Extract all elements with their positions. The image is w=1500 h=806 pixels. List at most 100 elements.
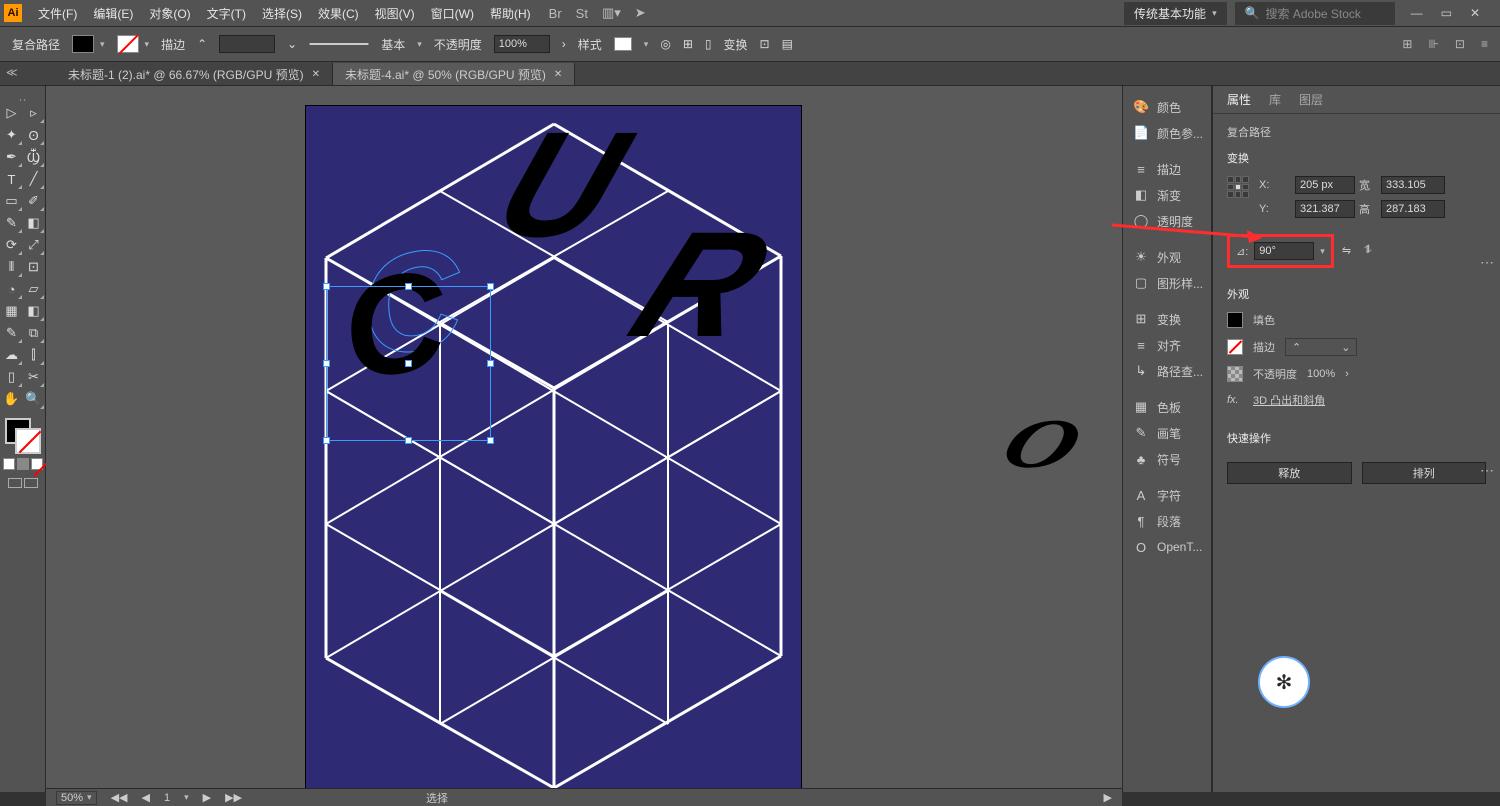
wand-tool[interactable]: ✦ <box>1 124 23 146</box>
stock-icon[interactable]: St <box>576 6 588 21</box>
menu-window[interactable]: 窗口(W) <box>423 0 482 26</box>
more-options-icon[interactable]: ⋯ <box>1480 462 1494 479</box>
menu-file[interactable]: 文件(F) <box>30 0 85 26</box>
selection-bounding-box[interactable] <box>326 286 491 441</box>
graphic-style[interactable] <box>614 37 632 51</box>
graph-tool[interactable]: ⫿ <box>23 344 45 366</box>
panel-段落[interactable]: ¶段落 <box>1123 508 1211 534</box>
scale-tool[interactable]: ⤢ <box>23 234 45 256</box>
selection-tool[interactable]: ▷ <box>1 102 23 124</box>
edit-icon[interactable]: ▤ <box>782 37 793 51</box>
toolbox-grip-icon[interactable]: ·· <box>19 92 27 102</box>
bridge-icon[interactable]: Br <box>549 6 562 21</box>
pref-icon[interactable]: ⊡ <box>1455 37 1465 51</box>
direct-select-tool[interactable]: ▹ <box>23 102 45 124</box>
panel-变换[interactable]: ⊞变换 <box>1123 306 1211 332</box>
artboard-number[interactable]: 1 <box>164 792 170 804</box>
tab-libraries[interactable]: 库 <box>1269 91 1281 108</box>
color-mode-toggles[interactable] <box>3 458 43 470</box>
opacity-input[interactable] <box>494 35 550 53</box>
scroll-right-icon[interactable]: ▶ <box>1104 791 1112 804</box>
isolate-icon[interactable]: ⊡ <box>760 37 770 51</box>
fill-stroke-swatches[interactable] <box>5 418 41 454</box>
reference-point[interactable] <box>1227 176 1249 198</box>
tab-doc-2[interactable]: 未标题-4.ai* @ 50% (RGB/GPU 预览)✕ <box>333 63 575 85</box>
panel-透明度[interactable]: ◯透明度 <box>1123 208 1211 234</box>
tab-doc-1[interactable]: 未标题-1 (2).ai* @ 66.67% (RGB/GPU 预览)✕ <box>56 63 333 85</box>
stroke-profile[interactable] <box>309 43 369 45</box>
recolor-icon[interactable]: ◎ <box>660 37 670 51</box>
eyedropper-tool[interactable]: ✎ <box>1 322 23 344</box>
panel-符号[interactable]: ♣符号 <box>1123 446 1211 472</box>
lasso-tool[interactable]: ʘ <box>23 124 45 146</box>
curvature-tool[interactable]: Ⳃ <box>23 146 45 168</box>
panel-渐变[interactable]: ◧渐变 <box>1123 182 1211 208</box>
brush-tool[interactable]: ✐ <box>23 190 45 212</box>
opacity-value[interactable]: 100% <box>1307 368 1335 380</box>
width-tool[interactable]: ⫴ <box>1 256 23 278</box>
menu-help[interactable]: 帮助(H) <box>482 0 539 26</box>
rotation-input[interactable] <box>1254 242 1314 260</box>
y-input[interactable] <box>1295 200 1355 218</box>
perspective-tool[interactable]: ▱ <box>23 278 45 300</box>
align-icon[interactable]: ⊞ <box>683 37 693 51</box>
tab-properties[interactable]: 属性 <box>1227 91 1251 108</box>
canvas[interactable]: U R C C O <box>46 86 1122 792</box>
close-icon[interactable]: ✕ <box>554 69 562 80</box>
arrange-button[interactable]: 排列 <box>1362 462 1487 484</box>
zoom-tool[interactable]: 🔍 <box>23 388 45 410</box>
x-input[interactable] <box>1295 176 1355 194</box>
panel-menu-icon[interactable]: ≡ <box>1481 37 1488 51</box>
panel-颜色参...[interactable]: 📄颜色参... <box>1123 120 1211 146</box>
blend-tool[interactable]: ⧉ <box>23 322 45 344</box>
transform-link[interactable]: 变换 <box>723 36 747 53</box>
panel-颜色[interactable]: 🎨颜色 <box>1123 94 1211 120</box>
panel-图形样...[interactable]: ▢图形样... <box>1123 270 1211 296</box>
hand-tool[interactable]: ✋ <box>1 388 23 410</box>
shape-icon[interactable]: ▯ <box>705 37 712 51</box>
flip-h-icon[interactable]: ⇋ <box>1342 244 1356 258</box>
snap-icon[interactable]: ⊪ <box>1428 37 1438 51</box>
menu-select[interactable]: 选择(S) <box>254 0 310 26</box>
panel-画笔[interactable]: ✎画笔 <box>1123 420 1211 446</box>
shapebuilder-tool[interactable]: ◔ <box>1 278 23 300</box>
arrange-icon[interactable]: ▥▾ <box>602 5 621 21</box>
artboard-nav-fwd[interactable]: ▶ <box>203 791 211 804</box>
doc-grip-icon[interactable]: ≪ <box>6 66 18 79</box>
gpu-icon[interactable]: ➤ <box>635 5 646 21</box>
panel-外观[interactable]: ☀外观 <box>1123 244 1211 270</box>
screen-mode[interactable] <box>8 478 38 488</box>
line-tool[interactable]: ╱ <box>23 168 45 190</box>
panel-路径查...[interactable]: ↳路径查... <box>1123 358 1211 384</box>
search-input[interactable]: 🔍搜索 Adobe Stock <box>1235 2 1395 25</box>
menu-object[interactable]: 对象(O) <box>141 0 198 26</box>
workspace-switcher[interactable]: 传统基本功能▾ <box>1124 2 1227 25</box>
stroke-swatch[interactable] <box>117 35 139 53</box>
window-minimize[interactable]: — <box>1411 6 1423 20</box>
artboard-nav-last[interactable]: ▶▶ <box>225 791 242 804</box>
panel-色板[interactable]: ▦色板 <box>1123 394 1211 420</box>
mesh-tool[interactable]: ▦ <box>1 300 23 322</box>
fill-swatch[interactable] <box>1227 312 1243 328</box>
tab-layers[interactable]: 图层 <box>1299 91 1323 108</box>
artboard-nav-prev[interactable]: ◀◀ <box>111 791 128 804</box>
more-options-icon[interactable]: ⋯ <box>1480 254 1494 271</box>
pen-tool[interactable]: ✒ <box>1 146 23 168</box>
type-tool[interactable]: T <box>1 168 23 190</box>
flip-v-icon[interactable]: ⥮ <box>1364 244 1378 258</box>
free-transform-tool[interactable]: ⊡ <box>23 256 45 278</box>
window-close[interactable]: ✕ <box>1470 6 1480 20</box>
close-icon[interactable]: ✕ <box>312 69 320 80</box>
menu-type[interactable]: 文字(T) <box>199 0 254 26</box>
gradient-tool[interactable]: ◧ <box>23 300 45 322</box>
menu-edit[interactable]: 编辑(E) <box>85 0 141 26</box>
stroke-weight-input[interactable] <box>219 35 275 53</box>
window-restore[interactable]: ▭ <box>1441 6 1452 20</box>
fill-swatch[interactable] <box>72 35 94 53</box>
menu-effect[interactable]: 效果(C) <box>310 0 367 26</box>
panel-字符[interactable]: A字符 <box>1123 482 1211 508</box>
stroke-swatch[interactable] <box>1227 339 1243 355</box>
grid-icon[interactable]: ⊞ <box>1402 37 1412 51</box>
artboard-nav-back[interactable]: ◀ <box>141 791 149 804</box>
fx-value[interactable]: 3D 凸出和斜角 <box>1253 392 1325 408</box>
